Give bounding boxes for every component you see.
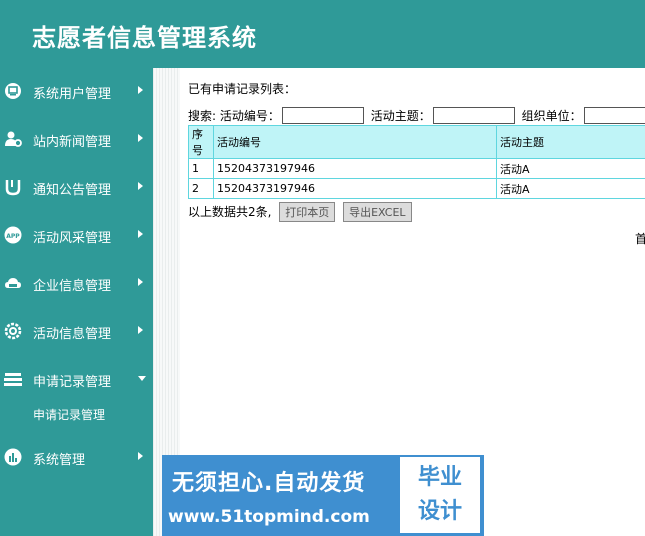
stack-icon: [4, 370, 22, 388]
sidebar-item-activities[interactable]: 活动信息管理: [0, 308, 153, 356]
svg-text:APP: APP: [6, 233, 20, 240]
watermark-slogan: 无须担心.自动发货: [172, 471, 366, 496]
sidebar-item-system-users[interactable]: 系统用户管理: [0, 68, 153, 116]
user-gear-icon: [4, 130, 22, 148]
pager-first-link[interactable]: 首: [635, 230, 645, 247]
chevron-right-icon: [138, 134, 143, 142]
sidebar-item-label: 申请记录管理: [33, 375, 112, 390]
column-header-activity-topic: 活动主题: [496, 125, 645, 159]
gear-icon: [4, 322, 22, 340]
sidebar-item-system[interactable]: 系统管理: [0, 434, 153, 482]
chevron-right-icon: [138, 230, 143, 238]
sidebar-item-activity-showcase[interactable]: APP 活动风采管理: [0, 212, 153, 260]
column-header-activity-number: 活动编号: [213, 125, 497, 159]
activity-topic-input[interactable]: [432, 107, 515, 124]
cell-activity-topic: 活动A: [496, 178, 645, 199]
bar-chart-icon: [4, 448, 22, 466]
search-label: 搜索:: [188, 109, 217, 123]
app-icon: APP: [4, 226, 22, 244]
sidebar-item-news[interactable]: 站内新闻管理: [0, 116, 153, 164]
export-excel-button[interactable]: 导出EXCEL: [343, 202, 412, 222]
cell-activity-topic: 活动A: [496, 158, 645, 179]
activity-topic-label: 活动主题：: [370, 109, 431, 123]
organization-input[interactable]: [583, 107, 645, 124]
chevron-right-icon: [138, 86, 143, 94]
sidebar-item-label: 企业信息管理: [33, 279, 112, 294]
watermark-url: www.51topmind.com: [168, 507, 370, 527]
sidebar-item-label: 系统用户管理: [33, 87, 112, 102]
sidebar-item-label: 系统管理: [33, 453, 86, 468]
search-bar: 搜索: 活动编号： 活动主题： 组织单位：: [188, 107, 645, 127]
print-button[interactable]: 打印本页: [279, 202, 336, 222]
sidebar-item-label: 活动信息管理: [33, 327, 112, 342]
watermark-logo-line2: 设计: [417, 499, 462, 524]
chevron-right-icon: [138, 278, 143, 286]
chevron-down-icon: [138, 376, 146, 381]
cell-index: 2: [188, 178, 214, 199]
monitor-icon: [4, 82, 22, 100]
sidebar-item-label: 活动风采管理: [33, 231, 112, 246]
watermark-logo-line1: 毕业: [417, 465, 462, 490]
app-header: 志愿者信息管理系统: [0, 0, 645, 68]
organization-label: 组织单位：: [521, 109, 582, 123]
sidebar-item-label: 通知公告管理: [33, 183, 112, 198]
cell-activity-number: 15204373197946: [213, 178, 497, 199]
sidebar-item-applications[interactable]: 申请记录管理: [0, 356, 153, 404]
list-title: 已有申请记录列表：: [188, 82, 297, 96]
magnet-icon: [4, 178, 22, 196]
sidebar-subitem-application-records[interactable]: 申请记录管理: [33, 406, 105, 423]
table-row[interactable]: 2 15204373197946 活动A: [188, 178, 645, 199]
cell-activity-number: 15204373197946: [213, 158, 497, 179]
record-count: 以上数据共2条,: [188, 205, 272, 219]
cell-index: 1: [188, 158, 214, 179]
activity-number-input[interactable]: [281, 107, 364, 124]
sidebar-item-label: 站内新闻管理: [33, 135, 112, 150]
sidebar-item-notices[interactable]: 通知公告管理: [0, 164, 153, 212]
app-title: 志愿者信息管理系统: [32, 24, 257, 52]
chevron-right-icon: [138, 326, 143, 334]
watermark-logo: 毕业 设计: [400, 457, 480, 533]
activity-number-label: 活动编号：: [219, 109, 280, 123]
column-header-index: 序号: [188, 125, 214, 159]
cloud-icon: [4, 274, 22, 292]
chevron-right-icon: [138, 452, 143, 460]
table-footer: 以上数据共2条, 打印本页 导出EXCEL: [188, 202, 412, 222]
sidebar: 系统用户管理 站内新闻管理 通知公告管理 APP 活动风采管理 企业信息管理 活…: [0, 68, 153, 536]
table-row[interactable]: 1 15204373197946 活动A: [188, 158, 645, 179]
sidebar-item-enterprises[interactable]: 企业信息管理: [0, 260, 153, 308]
table-header-row: 序号 活动编号 活动主题: [188, 125, 645, 159]
records-table: 序号 活动编号 活动主题 1 15204373197946 活动A 2 1520…: [188, 125, 645, 199]
chevron-right-icon: [138, 182, 143, 190]
watermark-banner: 无须担心.自动发货 www.51topmind.com 毕业 设计: [162, 455, 484, 536]
